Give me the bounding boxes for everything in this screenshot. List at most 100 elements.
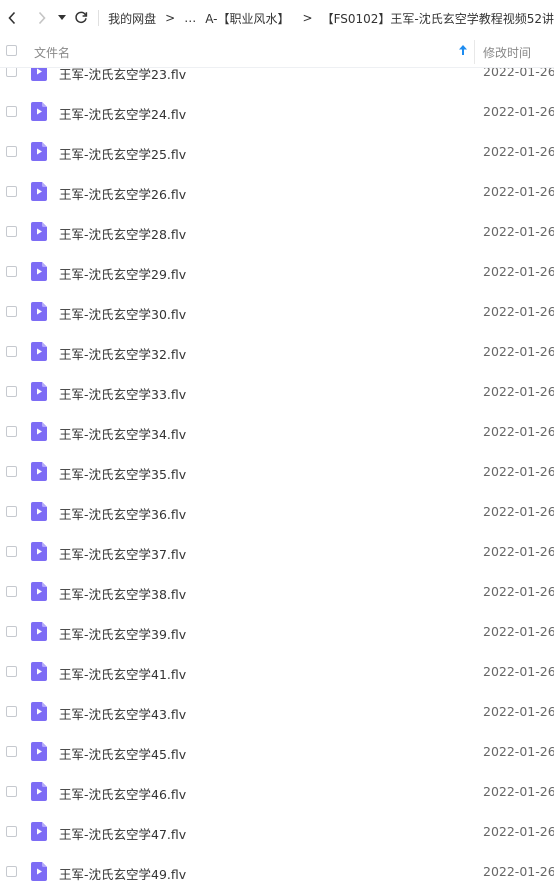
- row-checkbox[interactable]: [6, 386, 17, 397]
- file-row[interactable]: 王军-沈氏玄空学33.flv 2022-01-26: [0, 372, 554, 412]
- row-checkbox[interactable]: [6, 146, 17, 157]
- file-date: 2022-01-26: [483, 104, 554, 119]
- row-checkbox[interactable]: [6, 786, 17, 797]
- breadcrumb-current[interactable]: 【FS0102】王军-沈氏玄空学教程视频52讲: [322, 10, 554, 27]
- file-row[interactable]: 王军-沈氏玄空学25.flv 2022-01-26: [0, 132, 554, 172]
- file-name[interactable]: 王军-沈氏玄空学45.flv: [59, 744, 186, 763]
- video-file-icon: [31, 622, 47, 641]
- video-file-icon: [31, 142, 47, 161]
- row-checkbox[interactable]: [6, 186, 17, 197]
- file-date: 2022-01-26: [483, 624, 554, 639]
- video-file-icon: [31, 782, 47, 801]
- row-checkbox[interactable]: [6, 546, 17, 557]
- file-row[interactable]: 王军-沈氏玄空学49.flv 2022-01-26: [0, 852, 554, 891]
- breadcrumb-separator: >: [302, 11, 313, 25]
- file-row[interactable]: 王军-沈氏玄空学37.flv 2022-01-26: [0, 532, 554, 572]
- file-name[interactable]: 王军-沈氏玄空学25.flv: [59, 144, 186, 163]
- video-file-icon: [31, 182, 47, 201]
- file-row[interactable]: 王军-沈氏玄空学41.flv 2022-01-26: [0, 652, 554, 692]
- video-file-icon: [31, 582, 47, 601]
- file-row[interactable]: 王军-沈氏玄空学32.flv 2022-01-26: [0, 332, 554, 372]
- file-name[interactable]: 王军-沈氏玄空学32.flv: [59, 344, 186, 363]
- toolbar-divider: [98, 10, 100, 26]
- file-name[interactable]: 王军-沈氏玄空学41.flv: [59, 664, 186, 683]
- file-row[interactable]: 王军-沈氏玄空学29.flv 2022-01-26: [0, 252, 554, 292]
- file-date: 2022-01-26: [483, 864, 554, 879]
- file-row[interactable]: 王军-沈氏玄空学43.flv 2022-01-26: [0, 692, 554, 732]
- row-checkbox[interactable]: [6, 706, 17, 717]
- row-checkbox[interactable]: [6, 666, 17, 677]
- select-all-checkbox[interactable]: [6, 45, 17, 56]
- file-name[interactable]: 王军-沈氏玄空学34.flv: [59, 424, 186, 443]
- file-name[interactable]: 王军-沈氏玄空学35.flv: [59, 464, 186, 483]
- row-checkbox[interactable]: [6, 266, 17, 277]
- file-row[interactable]: 王军-沈氏玄空学45.flv 2022-01-26: [0, 732, 554, 772]
- file-name[interactable]: 王军-沈氏玄空学26.flv: [59, 184, 186, 203]
- column-header: 文件名 修改时间: [0, 36, 554, 68]
- caret-down-icon[interactable]: [56, 8, 67, 28]
- file-date: 2022-01-26: [483, 344, 554, 359]
- row-checkbox[interactable]: [6, 826, 17, 837]
- row-checkbox[interactable]: [6, 746, 17, 757]
- row-checkbox[interactable]: [6, 586, 17, 597]
- file-row[interactable]: 王军-沈氏玄空学38.flv 2022-01-26: [0, 572, 554, 612]
- file-name[interactable]: 王军-沈氏玄空学33.flv: [59, 384, 186, 403]
- sort-arrow-up-icon[interactable]: [459, 44, 467, 58]
- row-checkbox[interactable]: [6, 426, 17, 437]
- file-date: 2022-01-26: [483, 224, 554, 239]
- file-row[interactable]: 王军-沈氏玄空学35.flv 2022-01-26: [0, 452, 554, 492]
- video-file-icon: [31, 702, 47, 721]
- video-file-icon: [31, 382, 47, 401]
- chevron-right-icon[interactable]: [33, 8, 52, 28]
- file-name[interactable]: 王军-沈氏玄空学38.flv: [59, 584, 186, 603]
- file-name[interactable]: 王军-沈氏玄空学29.flv: [59, 264, 186, 283]
- row-checkbox[interactable]: [6, 466, 17, 477]
- file-row[interactable]: 王军-沈氏玄空学28.flv 2022-01-26: [0, 212, 554, 252]
- chevron-left-icon[interactable]: [3, 8, 22, 28]
- file-row[interactable]: 王军-沈氏玄空学46.flv 2022-01-26: [0, 772, 554, 812]
- file-name[interactable]: 王军-沈氏玄空学24.flv: [59, 104, 186, 123]
- row-checkbox[interactable]: [6, 106, 17, 117]
- video-file-icon: [31, 662, 47, 681]
- file-row[interactable]: 王军-沈氏玄空学36.flv 2022-01-26: [0, 492, 554, 532]
- row-checkbox[interactable]: [6, 506, 17, 517]
- file-name[interactable]: 王军-沈氏玄空学39.flv: [59, 624, 186, 643]
- file-row[interactable]: 王军-沈氏玄空学24.flv 2022-01-26: [0, 92, 554, 132]
- file-date: 2022-01-26: [483, 264, 554, 279]
- file-date: 2022-01-26: [483, 144, 554, 159]
- refresh-icon[interactable]: [72, 8, 91, 28]
- video-file-icon: [31, 422, 47, 441]
- column-name-header[interactable]: 文件名: [34, 44, 70, 61]
- column-divider[interactable]: [474, 40, 475, 64]
- file-name[interactable]: 王军-沈氏玄空学28.flv: [59, 224, 186, 243]
- row-checkbox[interactable]: [6, 346, 17, 357]
- file-name[interactable]: 王军-沈氏玄空学43.flv: [59, 704, 186, 723]
- row-checkbox[interactable]: [6, 306, 17, 317]
- file-date: 2022-01-26: [483, 464, 554, 479]
- row-checkbox[interactable]: [6, 626, 17, 637]
- column-time-header[interactable]: 修改时间: [483, 44, 531, 61]
- file-name[interactable]: 王军-沈氏玄空学46.flv: [59, 784, 186, 803]
- file-row[interactable]: 王军-沈氏玄空学39.flv 2022-01-26: [0, 612, 554, 652]
- row-checkbox[interactable]: [6, 866, 17, 877]
- file-date: 2022-01-26: [483, 304, 554, 319]
- file-date: 2022-01-26: [483, 184, 554, 199]
- breadcrumb-folder[interactable]: A-【职业风水】: [205, 10, 289, 27]
- row-checkbox[interactable]: [6, 226, 17, 237]
- breadcrumb-root[interactable]: 我的网盘: [108, 10, 156, 27]
- file-name[interactable]: 王军-沈氏玄空学37.flv: [59, 544, 186, 563]
- breadcrumb-ellipsis[interactable]: …: [184, 11, 196, 25]
- file-name[interactable]: 王军-沈氏玄空学36.flv: [59, 504, 186, 523]
- file-row[interactable]: 王军-沈氏玄空学34.flv 2022-01-26: [0, 412, 554, 452]
- file-name[interactable]: 王军-沈氏玄空学47.flv: [59, 824, 186, 843]
- file-name[interactable]: 王军-沈氏玄空学30.flv: [59, 304, 186, 323]
- file-name[interactable]: 王军-沈氏玄空学49.flv: [59, 864, 186, 883]
- file-date: 2022-01-26: [483, 744, 554, 759]
- file-row[interactable]: 王军-沈氏玄空学47.flv 2022-01-26: [0, 812, 554, 852]
- file-date: 2022-01-26: [483, 504, 554, 519]
- file-date: 2022-01-26: [483, 824, 554, 839]
- video-file-icon: [31, 102, 47, 121]
- video-file-icon: [31, 302, 47, 321]
- file-row[interactable]: 王军-沈氏玄空学26.flv 2022-01-26: [0, 172, 554, 212]
- file-row[interactable]: 王军-沈氏玄空学30.flv 2022-01-26: [0, 292, 554, 332]
